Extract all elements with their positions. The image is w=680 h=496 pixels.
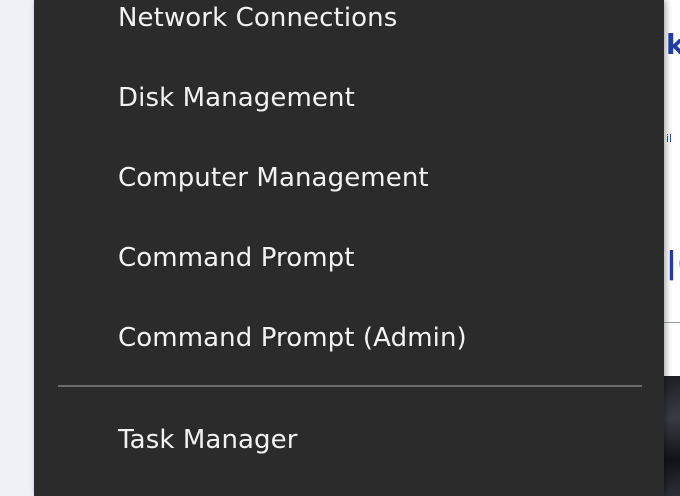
menu-item-network-connections[interactable]: Network Connections (34, 0, 664, 58)
power-user-context-menu: Network Connections Disk Management Comp… (34, 0, 664, 496)
menu-item-command-prompt[interactable]: Command Prompt (34, 218, 664, 298)
background-peek-text: |( (666, 246, 680, 281)
menu-item-label: Command Prompt (118, 243, 355, 273)
background-divider (664, 322, 680, 323)
background-window-left-edge (0, 0, 35, 496)
background-window-right-edge: k il |( (664, 0, 680, 496)
menu-separator (58, 385, 642, 387)
screen: k il |( Network Connections Disk Managem… (0, 0, 680, 496)
menu-item-label: Disk Management (118, 83, 355, 113)
background-peek-text: il (666, 132, 673, 145)
background-image (664, 376, 680, 496)
menu-item-label: Computer Management (118, 163, 429, 193)
menu-item-disk-management[interactable]: Disk Management (34, 58, 664, 138)
menu-item-label: Task Manager (118, 425, 298, 455)
background-peek-text: k (666, 28, 680, 61)
menu-item-task-manager[interactable]: Task Manager (34, 400, 664, 480)
menu-item-computer-management[interactable]: Computer Management (34, 138, 664, 218)
menu-item-label: Command Prompt (Admin) (118, 323, 467, 353)
menu-item-label: Network Connections (118, 3, 398, 33)
menu-item-command-prompt-admin[interactable]: Command Prompt (Admin) (34, 298, 664, 378)
